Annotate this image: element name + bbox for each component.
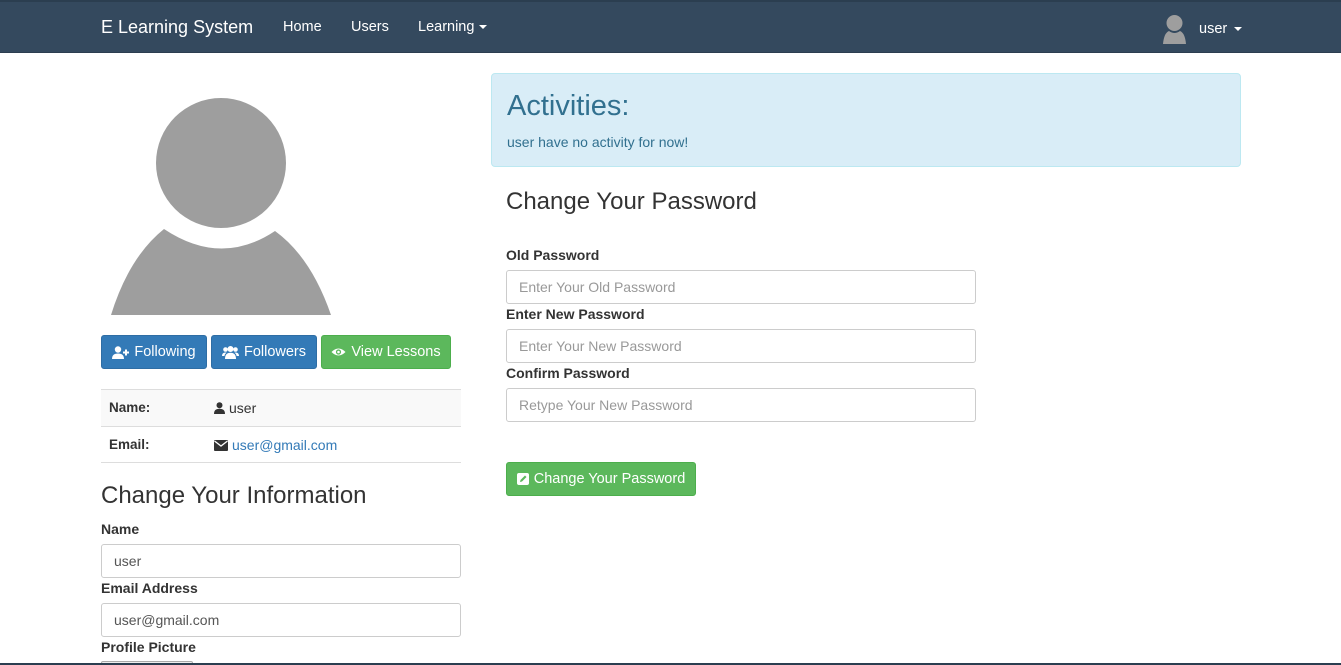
email-link[interactable]: user@gmail.com: [232, 437, 337, 453]
followers-button[interactable]: Followers: [211, 335, 317, 369]
nav-users-link[interactable]: Users: [351, 18, 389, 36]
old-password-input[interactable]: [506, 270, 976, 304]
following-label: Following: [134, 344, 196, 360]
profile-picture-file-button[interactable]: [101, 661, 193, 663]
info-email-input[interactable]: [101, 603, 461, 637]
nav-home-link[interactable]: Home: [283, 18, 322, 36]
change-password-button[interactable]: Change Your Password: [506, 462, 696, 496]
email-row: Email: user@gmail.com: [101, 426, 461, 463]
name-value: user: [214, 400, 256, 416]
new-password-label: Enter New Password: [506, 306, 645, 322]
activities-message: user have no activity for now!: [507, 134, 689, 150]
caret-down-icon: [479, 25, 488, 30]
change-info-title: Change Your Information: [101, 482, 367, 509]
confirm-password-label: Confirm Password: [506, 365, 630, 381]
view-lessons-label: View Lessons: [351, 344, 441, 360]
edit-icon: [516, 473, 529, 485]
info-email-label: Email Address: [101, 580, 198, 596]
nav-learning-dropdown[interactable]: Learning: [418, 18, 488, 36]
users-group-icon: [221, 345, 239, 359]
nav-learning-label: Learning: [418, 19, 475, 35]
confirm-password-input[interactable]: [506, 388, 976, 422]
old-password-label: Old Password: [506, 247, 600, 263]
top-navbar: E Learning System Home Users Learning us…: [0, 2, 1341, 53]
profile-picture: [111, 98, 331, 315]
info-name-input[interactable]: [101, 544, 461, 578]
name-text: user: [229, 400, 257, 416]
user-dropdown[interactable]: user: [1161, 13, 1243, 45]
name-key: Name:: [109, 400, 151, 415]
email-key: Email:: [109, 437, 150, 452]
info-name-label: Name: [101, 521, 140, 537]
user-plus-icon: [112, 345, 130, 359]
brand-link[interactable]: E Learning System: [101, 16, 253, 38]
user-name-label: user: [1199, 21, 1228, 37]
change-password-title: Change Your Password: [506, 188, 757, 215]
following-button[interactable]: Following: [101, 335, 207, 369]
email-value: user@gmail.com: [214, 437, 337, 453]
change-password-label: Change Your Password: [533, 471, 686, 487]
name-row: Name: user: [101, 389, 461, 426]
caret-down-icon: [1234, 27, 1243, 31]
followers-label: Followers: [243, 344, 307, 360]
eye-icon: [331, 347, 346, 357]
page: E Learning System Home Users Learning us…: [0, 0, 1341, 665]
envelope-icon: [214, 439, 228, 451]
new-password-input[interactable]: [506, 329, 976, 363]
view-lessons-button[interactable]: View Lessons: [321, 335, 451, 369]
activities-panel: Activities: user have no activity for no…: [491, 73, 1241, 167]
profile-picture-label: Profile Picture: [101, 639, 196, 655]
profile-info-table: Name: user Email: user@gmail.com: [101, 389, 461, 463]
user-avatar-icon: [1163, 15, 1186, 44]
user-icon: [214, 402, 225, 414]
activities-title: Activities:: [507, 90, 630, 122]
